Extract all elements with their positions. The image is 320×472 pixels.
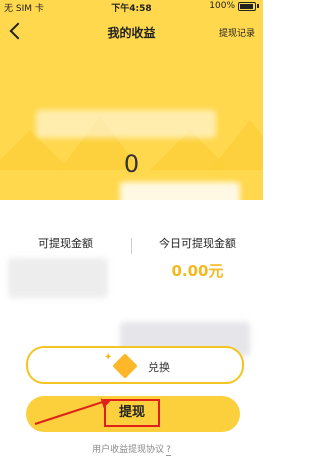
gem-icon (112, 353, 138, 379)
balance-value: 0 (123, 150, 140, 178)
battery-group: 100% (209, 1, 259, 11)
withdraw-button[interactable]: 提现 (26, 396, 240, 432)
status-bar: 无 SIM 卡 下午4:58 100% (0, 0, 263, 14)
blurred-region (120, 182, 240, 212)
battery-percent: 100% (209, 1, 235, 11)
withdraw-label: 提现 (104, 399, 160, 427)
withdrawable-label: 可提现金额 (38, 237, 93, 250)
battery-icon (238, 1, 256, 11)
today-withdrawable-value: 0.00元 (171, 262, 224, 280)
blurred-region (36, 110, 216, 138)
nav-bar: 我的收益 提现记录 (0, 14, 263, 50)
today-withdrawable-label: 今日可提现金额 (159, 237, 236, 250)
exchange-button[interactable]: ✦ 兑换 (26, 346, 244, 384)
withdraw-record-link[interactable]: 提现记录 (219, 26, 255, 39)
battery-cap-icon (257, 4, 259, 8)
agreement-text: 用户收益提现协议 (92, 445, 165, 455)
sparkle-icon: ✦ (104, 352, 113, 363)
blurred-region (8, 258, 108, 298)
agreement-help-icon: ? (166, 445, 171, 456)
exchange-label: 兑换 (148, 361, 170, 374)
agreement-link[interactable]: 用户收益提现协议? (0, 442, 263, 456)
